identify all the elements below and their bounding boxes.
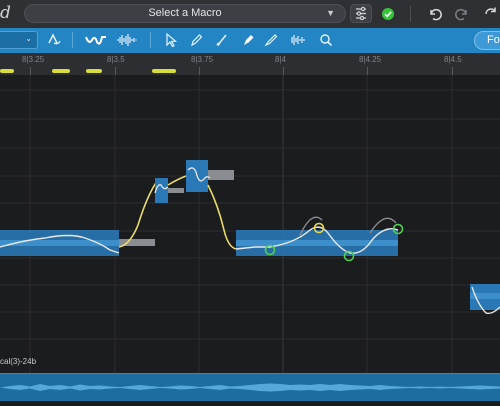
macro-select-label: Select a Macro (148, 7, 222, 19)
line-tool-icon[interactable] (212, 31, 232, 49)
format-button-label: For (487, 34, 500, 46)
ruler-tick (452, 67, 453, 75)
brush-tool-icon[interactable] (262, 31, 280, 49)
pitch-transition[interactable] (167, 175, 187, 186)
sliders-icon (356, 6, 366, 21)
ruler-label: 8|4.25 (359, 55, 382, 64)
undo-icon[interactable] (426, 5, 444, 23)
clip-name-label: cal(3)-24b (0, 357, 37, 366)
editor-toolbar: ⌄ Fo (0, 28, 500, 53)
ruler-tick (30, 67, 31, 75)
timeline-ruler[interactable]: 8|3.25 8|3.5 8|3.75 8|4 8|4.25 8|4.5 (0, 53, 500, 76)
toolbar-divider (410, 6, 411, 22)
app-logo: d (0, 3, 11, 23)
note-blob[interactable] (235, 216, 399, 256)
ruler-tick (199, 67, 200, 75)
macro-settings-button[interactable] (350, 4, 372, 23)
pitch-transition[interactable] (207, 184, 237, 250)
format-button[interactable]: For (474, 31, 500, 50)
mode-select[interactable]: ⌄ (0, 31, 38, 49)
link-icon[interactable] (44, 31, 64, 49)
pencil-tool-icon[interactable] (186, 31, 206, 49)
ruler-label: 8|3.5 (107, 55, 125, 64)
note-blob[interactable] (154, 178, 184, 203)
note-region-marker (0, 69, 14, 73)
ruler-label: 8|4 (275, 55, 286, 64)
note-blob[interactable] (186, 160, 234, 192)
toolbar-divider (72, 32, 73, 48)
ruler-tick (367, 67, 368, 75)
redo-icon[interactable] (453, 5, 471, 23)
waveform-icon[interactable] (115, 31, 139, 49)
pitch-grid (0, 89, 500, 340)
refresh-icon[interactable] (482, 5, 500, 23)
ruler-label: 8|3.75 (191, 55, 214, 64)
macro-select[interactable]: Select a Macro ▼ (24, 4, 346, 23)
pointer-tool-icon[interactable] (160, 31, 180, 49)
ruler-label: 8|3.25 (22, 55, 45, 64)
title-bar: d Select a Macro ▼ (0, 0, 500, 29)
pitch-editor-canvas[interactable] (0, 75, 500, 373)
chevron-down-icon: ▼ (326, 8, 335, 18)
beat-grid (29, 75, 453, 373)
toolbar-divider (150, 32, 151, 48)
pen-tool-icon[interactable] (238, 31, 258, 49)
note-blob[interactable] (470, 284, 500, 315)
pitch-editor[interactable] (0, 75, 500, 373)
waveform-overview-graphic (0, 383, 500, 392)
check-circle-icon[interactable] (382, 8, 394, 20)
note-blob[interactable] (0, 230, 155, 256)
formant-tool-icon[interactable] (288, 31, 308, 49)
note-region-marker (52, 69, 70, 73)
ruler-tick (115, 67, 116, 75)
note-region-marker (86, 69, 102, 73)
ruler-label: 8|4.5 (444, 55, 462, 64)
ruler-tick (283, 67, 284, 75)
chevron-down-icon: ⌄ (25, 34, 32, 43)
pitch-curve-icon[interactable] (84, 31, 108, 49)
note-region-marker (152, 69, 176, 73)
zoom-tool-icon[interactable] (316, 31, 336, 49)
pitch-transition[interactable] (118, 179, 159, 248)
waveform-overview[interactable] (0, 373, 500, 401)
